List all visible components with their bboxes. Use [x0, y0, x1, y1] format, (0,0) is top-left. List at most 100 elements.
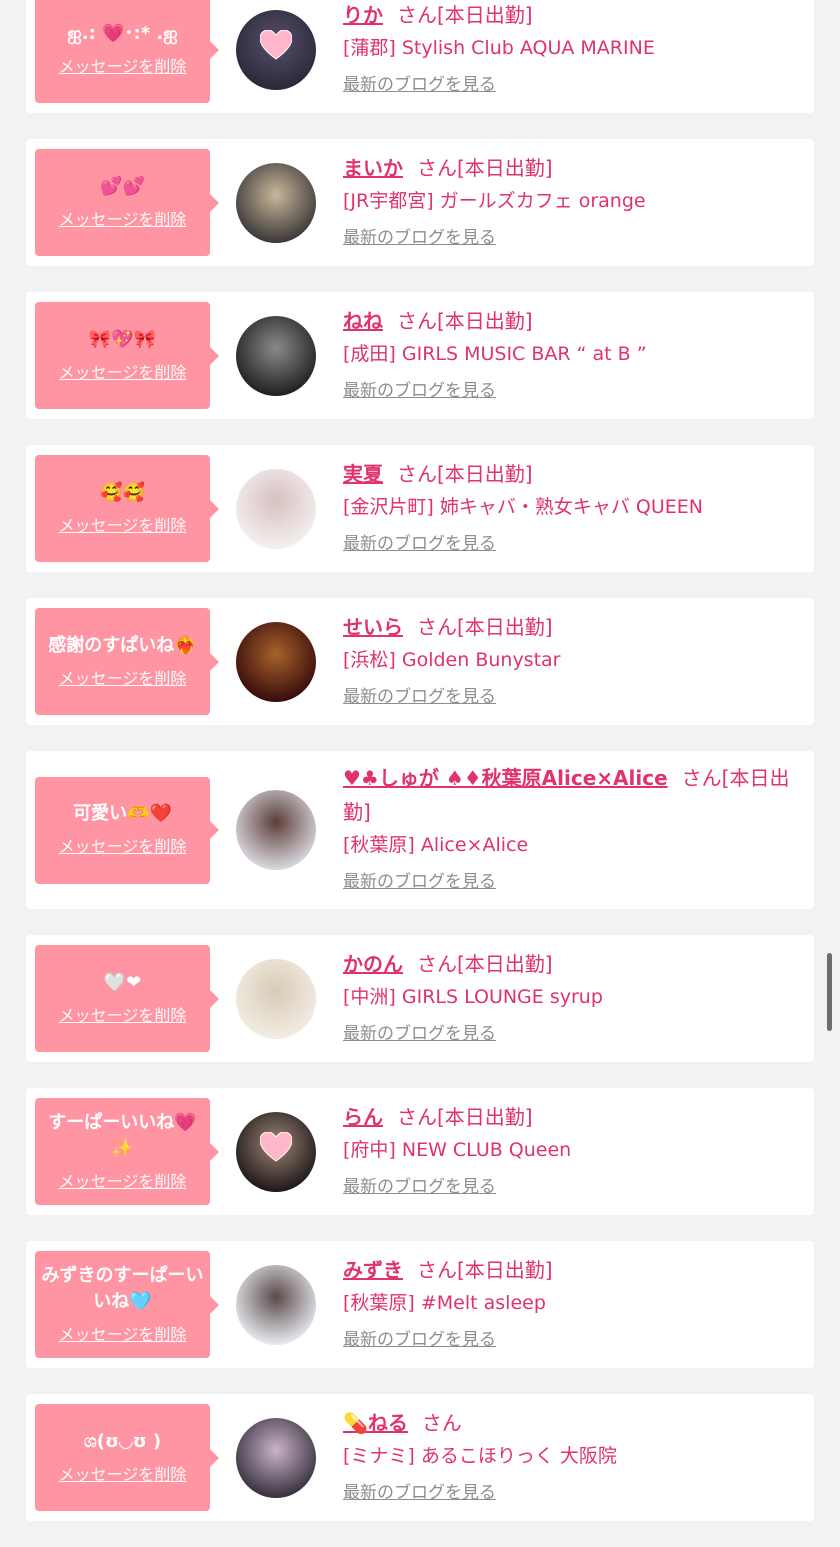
delete-message-link[interactable]: メッセージを削除	[59, 1002, 187, 1026]
delete-message-link[interactable]: メッセージを削除	[59, 1461, 187, 1485]
cast-name-link[interactable]: ♥♣しゅが ♠♦秋葉原Alice×Alice	[343, 766, 668, 790]
cast-name-link[interactable]: りか	[343, 3, 383, 27]
shop-name: [中洲] GIRLS LOUNGE syrup	[343, 985, 603, 1008]
delete-message-link[interactable]: メッセージを削除	[59, 512, 187, 536]
latest-blog-link[interactable]: 最新のブログを見る	[343, 1170, 496, 1204]
cast-name-line: ♥♣しゅが ♠♦秋葉原Alice×Alice さん[本日出勤]	[343, 761, 804, 829]
cast-name-line: みずき さん[本日出勤]	[343, 1253, 804, 1287]
cast-name-line: まいか さん[本日出勤]	[343, 151, 804, 185]
avatar[interactable]	[236, 468, 316, 549]
cast-name-link[interactable]: かのん	[343, 952, 403, 976]
delete-message-link[interactable]: メッセージを削除	[59, 206, 187, 230]
honorific-label: さん	[397, 461, 437, 486]
latest-blog-link[interactable]: 最新のブログを見る	[343, 527, 496, 561]
delete-message-link[interactable]: メッセージを削除	[59, 833, 187, 857]
avatar[interactable]	[236, 790, 316, 870]
cast-info: ♥♣しゅが ♠♦秋葉原Alice×Alice さん[本日出勤] [秋葉原] Alic…	[343, 761, 814, 899]
delete-message-link[interactable]: メッセージを削除	[59, 665, 187, 689]
attendance-status: [本日出勤]	[437, 461, 533, 486]
attendance-status: [本日出勤]	[437, 2, 533, 27]
cast-name-link[interactable]: 実夏	[343, 462, 383, 486]
shop-name: [府中] NEW CLUB Queen	[343, 1138, 572, 1161]
message-text: 🎀💖🎀	[88, 328, 157, 350]
heart-sticker-icon	[260, 1131, 292, 1162]
avatar[interactable]	[236, 162, 316, 243]
latest-blog-link[interactable]: 最新のブログを見る	[343, 68, 496, 102]
honorific-label: さん	[417, 1257, 457, 1282]
message-text: みずきのすーぱーいいね🩵	[41, 1264, 204, 1312]
honorific-label: さん	[417, 951, 457, 976]
cast-name-line: 💊ねる さん	[343, 1406, 804, 1440]
message-card: 🤍❤ メッセージを削除 かのん さん[本日出勤] [中洲] GIRLS LOUNGE s…	[26, 935, 814, 1062]
message-bubble: みずきのすーぱーいいね🩵 メッセージを削除	[35, 1251, 219, 1358]
latest-blog-link[interactable]: 最新のブログを見る	[343, 865, 496, 899]
message-bubble: 感謝のすぱいね❤️‍🔥 メッセージを削除	[35, 608, 219, 715]
latest-blog-link[interactable]: 最新のブログを見る	[343, 374, 496, 408]
cast-info: 実夏 さん[本日出勤] [金沢片町] 姉キャバ・熟女キャバ QUEEN 最新のブログを…	[343, 457, 814, 561]
cast-name-line: りか さん[本日出勤]	[343, 0, 804, 32]
latest-blog-link[interactable]: 最新のブログを見る	[343, 680, 496, 714]
avatar[interactable]	[236, 621, 316, 702]
message-text: 🤍❤	[103, 971, 142, 993]
cast-name-link[interactable]: ねね	[343, 309, 383, 333]
shop-name: [金沢片町] 姉キャバ・熟女キャバ QUEEN	[343, 495, 703, 518]
latest-blog-link[interactable]: 最新のブログを見る	[343, 1476, 496, 1510]
avatar[interactable]	[236, 958, 316, 1039]
latest-blog-link[interactable]: 最新のブログを見る	[343, 1323, 496, 1357]
message-bubble: 💕💕 メッセージを削除	[35, 149, 219, 256]
cast-info: せいら さん[本日出勤] [浜松] Golden Bunystar 最新のブログを見る	[343, 610, 814, 714]
message-bubble: 🤍❤ メッセージを削除	[35, 945, 219, 1052]
delete-message-link[interactable]: メッセージを削除	[59, 1168, 187, 1192]
cast-info: かのん さん[本日出勤] [中洲] GIRLS LOUNGE syrup 最新のブログ…	[343, 947, 814, 1051]
honorific-label: さん	[421, 1410, 462, 1435]
cast-name-link[interactable]: まいか	[343, 156, 403, 180]
honorific-label: さん	[417, 614, 457, 639]
cast-name-link[interactable]: 💊ねる	[343, 1411, 408, 1435]
message-text: 可愛い🫶❤️	[73, 803, 172, 824]
message-card: 💕💕 メッセージを削除 まいか さん[本日出勤] [JR宇都宮] ガールズカフェ ora…	[26, 139, 814, 266]
message-text: 感謝のすぱいね❤️‍🔥	[48, 634, 197, 656]
attendance-status: [本日出勤]	[437, 1104, 533, 1129]
cast-name-link[interactable]: せいら	[343, 615, 403, 639]
avatar[interactable]	[236, 9, 316, 90]
heart-sticker-icon	[260, 29, 292, 60]
latest-blog-link[interactable]: 最新のブログを見る	[343, 1017, 496, 1051]
honorific-label: さん	[417, 155, 457, 180]
attendance-status: [本日出勤]	[457, 951, 553, 976]
cast-name-link[interactable]: みずき	[343, 1258, 403, 1282]
cast-name-line: せいら さん[本日出勤]	[343, 610, 804, 644]
shop-name: [浜松] Golden Bunystar	[343, 648, 561, 671]
cast-name-line: らん さん[本日出勤]	[343, 1100, 804, 1134]
attendance-status: [本日出勤]	[457, 155, 553, 180]
message-card: ஐ.: 💗･:* .ஐ メッセージを削除 りか さん[本日出勤] [蒲郡] Stylis…	[26, 0, 814, 113]
delete-message-link[interactable]: メッセージを削除	[59, 1321, 187, 1345]
shop-name: [成田] GIRLS MUSIC BAR “ at B ”	[343, 342, 647, 365]
message-text: ஐ.: 💗･:* .ஐ	[67, 22, 178, 44]
avatar[interactable]	[236, 1417, 316, 1498]
avatar[interactable]	[236, 315, 316, 396]
message-card: ශ(ʊ◡ʊ ) メッセージを削除 💊ねる さん [ミナミ] あるこほりっく 大阪院 最新の…	[26, 1394, 814, 1521]
message-card: 可愛い🫶❤️ メッセージを削除 ♥♣しゅが ♠♦秋葉原Alice×Alice さん[本…	[26, 751, 814, 909]
cast-info: りか さん[本日出勤] [蒲郡] Stylish Club AQUA MARINE 最…	[343, 0, 814, 102]
message-card: 🎀💖🎀 メッセージを削除 ねね さん[本日出勤] [成田] GIRLS MUSIC BA…	[26, 292, 814, 419]
message-list: ஐ.: 💗･:* .ஐ メッセージを削除 りか さん[本日出勤] [蒲郡] Stylis…	[26, 0, 814, 1547]
cast-name-line: かのん さん[本日出勤]	[343, 947, 804, 981]
message-text: 🥰🥰	[100, 481, 145, 503]
cast-info: ねね さん[本日出勤] [成田] GIRLS MUSIC BAR “ at B ” 最…	[343, 304, 814, 408]
cast-info: らん さん[本日出勤] [府中] NEW CLUB Queen 最新のブログを見る	[343, 1100, 814, 1204]
scrollbar[interactable]	[827, 953, 832, 1031]
cast-info: みずき さん[本日出勤] [秋葉原] #Melt asleep 最新のブログを見る	[343, 1253, 814, 1357]
shop-name: [秋葉原] Alice×Alice	[343, 834, 529, 856]
cast-name-link[interactable]: らん	[343, 1105, 383, 1129]
cast-info: 💊ねる さん [ミナミ] あるこほりっく 大阪院 最新のブログを見る	[343, 1406, 814, 1510]
message-card: みずきのすーぱーいいね🩵 メッセージを削除 みずき さん[本日出勤] [秋葉原] #Me…	[26, 1241, 814, 1368]
latest-blog-link[interactable]: 最新のブログを見る	[343, 221, 496, 255]
delete-message-link[interactable]: メッセージを削除	[59, 53, 187, 77]
attendance-status: [本日出勤]	[457, 614, 553, 639]
message-text: ශ(ʊ◡ʊ )	[83, 1430, 162, 1452]
avatar[interactable]	[236, 1111, 316, 1192]
delete-message-link[interactable]: メッセージを削除	[59, 359, 187, 383]
message-bubble: ஐ.: 💗･:* .ஐ メッセージを削除	[35, 0, 219, 103]
avatar[interactable]	[236, 1264, 316, 1345]
attendance-status: [本日出勤]	[437, 308, 533, 333]
